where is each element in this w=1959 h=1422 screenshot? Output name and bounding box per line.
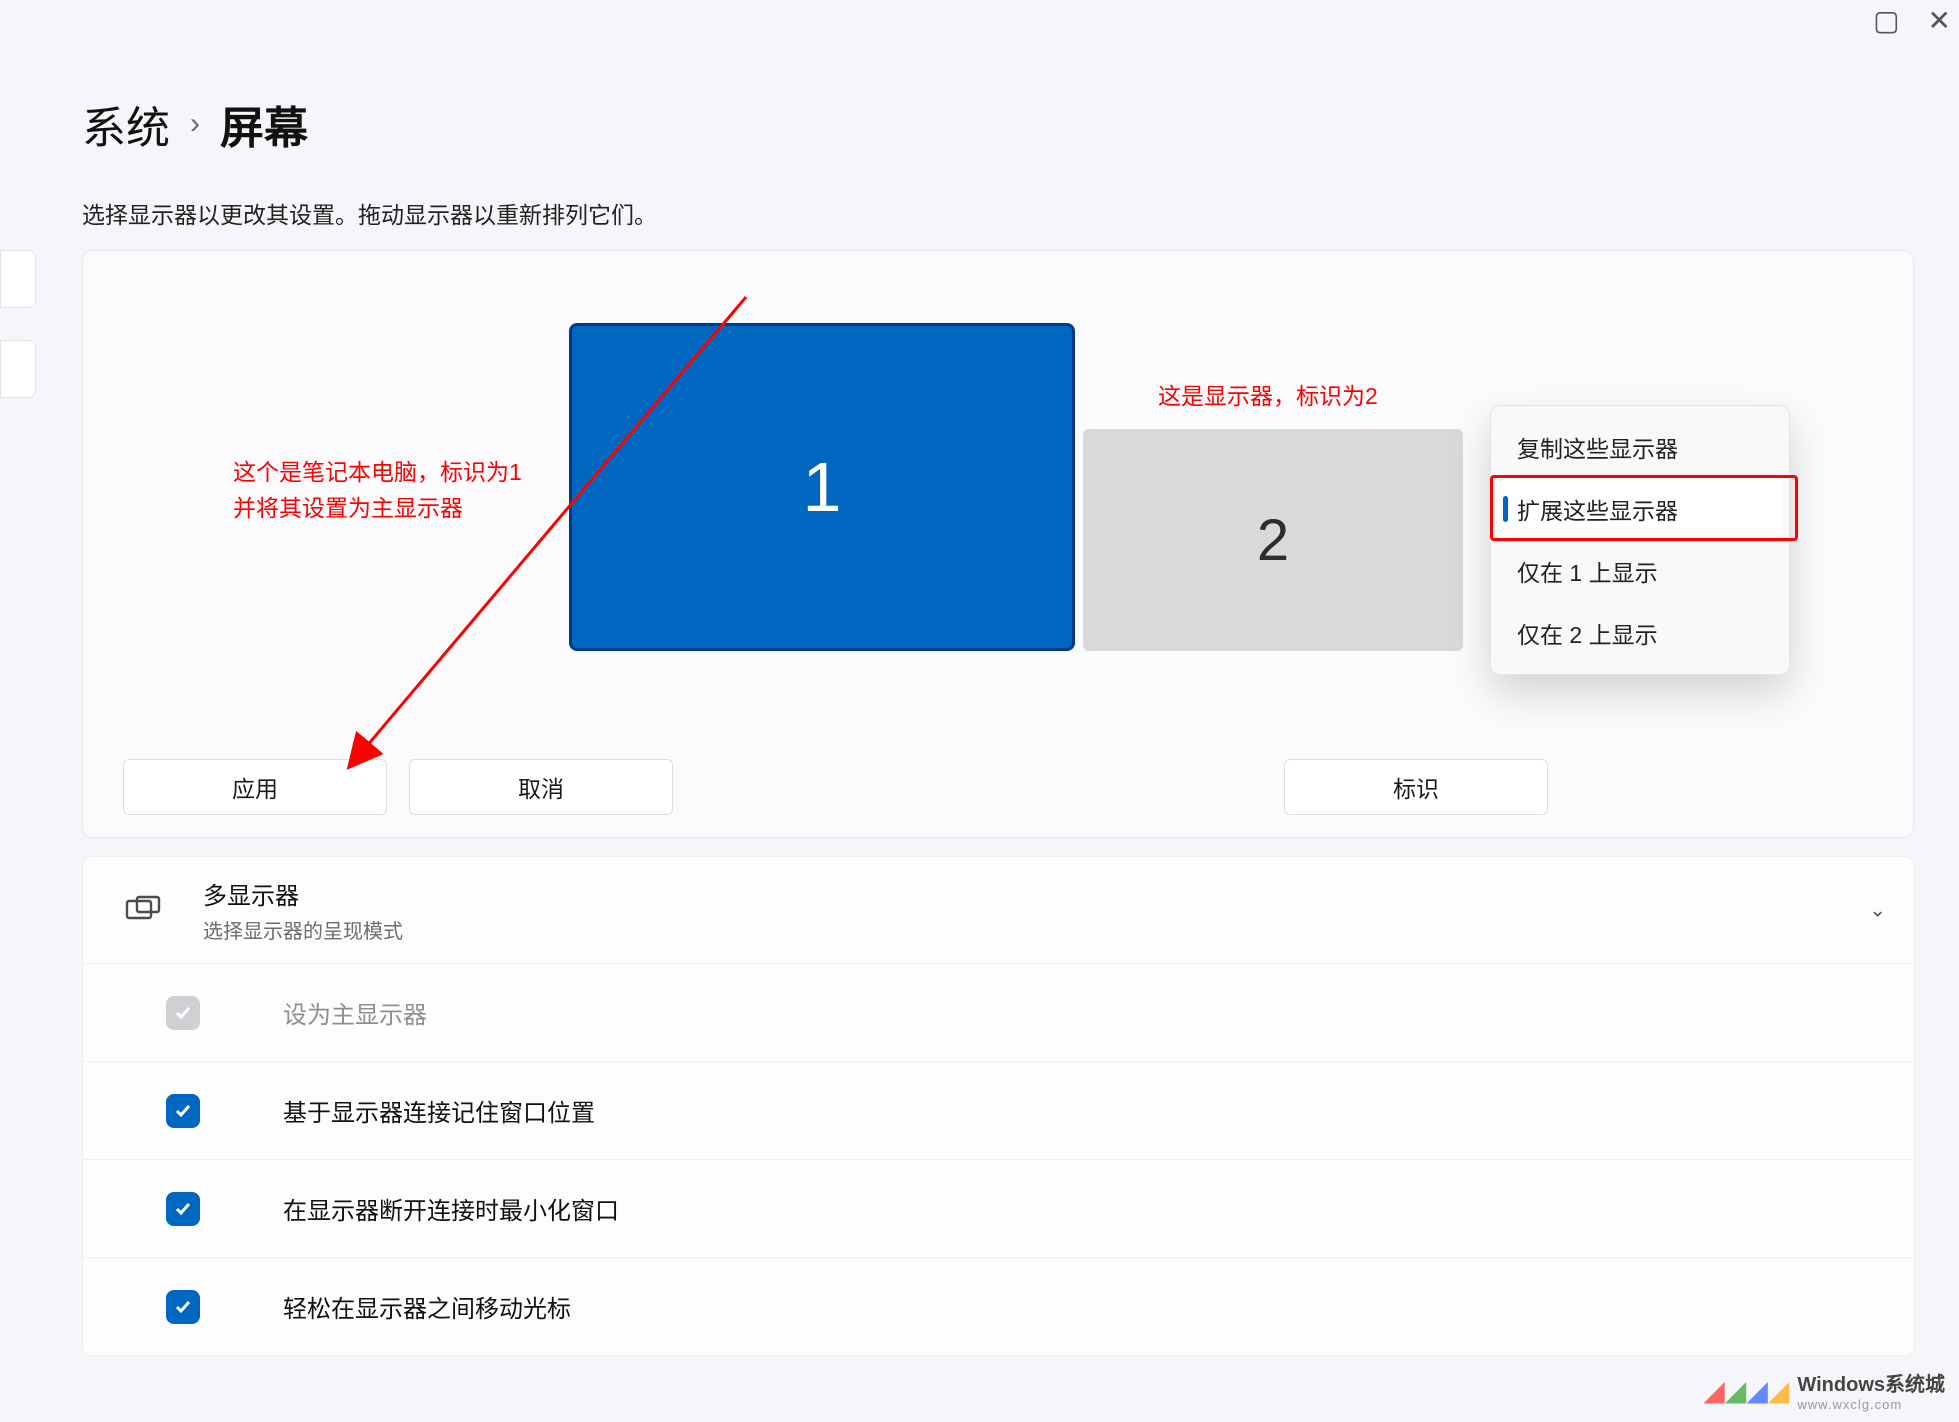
cancel-button[interactable]: 取消 — [409, 759, 673, 815]
label-set-main-display: 设为主显示器 — [283, 995, 427, 1030]
annotation-laptop-line1: 这个是笔记本电脑，标识为1 — [233, 455, 522, 491]
checkbox-set-main-display — [166, 996, 200, 1030]
watermark-logo-icon: ◢◢◢◢ — [1703, 1374, 1789, 1407]
display-mode-extend[interactable]: 扩展这些显示器 — [1497, 478, 1783, 540]
watermark-url: www.wxclg.com — [1797, 1397, 1945, 1412]
multi-display-title: 多显示器 — [203, 876, 1914, 911]
chevron-right-icon: › — [190, 107, 200, 141]
watermark-brand: Windows系统城 — [1797, 1368, 1945, 1397]
close-icon[interactable]: ✕ — [1928, 4, 1951, 37]
breadcrumb: 系统 › 屏幕 — [82, 92, 308, 156]
breadcrumb-current: 屏幕 — [220, 92, 308, 156]
display-mode-only-1[interactable]: 仅在 1 上显示 — [1497, 540, 1783, 602]
label-easy-cursor-move: 轻松在显示器之间移动光标 — [283, 1289, 571, 1324]
annotation-monitor: 这是显示器，标识为2 — [1158, 379, 1378, 415]
sidebar-fragment-1 — [0, 250, 36, 320]
chevron-down-icon: ⌄ — [1869, 898, 1886, 923]
display-mode-dropdown[interactable]: 复制这些显示器 扩展这些显示器 仅在 1 上显示 仅在 2 上显示 — [1490, 405, 1790, 675]
row-minimize-on-disconnect[interactable]: 在显示器断开连接时最小化窗口 — [82, 1160, 1915, 1258]
annotation-laptop-line2: 并将其设置为主显示器 — [233, 491, 522, 527]
display-mode-duplicate[interactable]: 复制这些显示器 — [1497, 416, 1783, 478]
checkbox-minimize-on-disconnect[interactable] — [166, 1192, 200, 1226]
watermark: ◢◢◢◢ Windows系统城 www.wxclg.com — [1703, 1368, 1945, 1412]
monitor-1[interactable]: 1 — [569, 323, 1075, 651]
row-remember-windows[interactable]: 基于显示器连接记住窗口位置 — [82, 1062, 1915, 1160]
label-minimize-on-disconnect: 在显示器断开连接时最小化窗口 — [283, 1191, 619, 1226]
annotation-laptop: 这个是笔记本电脑，标识为1 并将其设置为主显示器 — [233, 455, 522, 526]
apply-button[interactable]: 应用 — [123, 759, 387, 815]
display-mode-only-2[interactable]: 仅在 2 上显示 — [1497, 602, 1783, 664]
identify-button[interactable]: 标识 — [1284, 759, 1548, 815]
multi-display-header[interactable]: 多显示器 选择显示器的呈现模式 ⌄ — [82, 856, 1915, 964]
monitor-2[interactable]: 2 — [1083, 429, 1463, 651]
displays-icon — [83, 895, 203, 925]
checkbox-easy-cursor-move[interactable] — [166, 1290, 200, 1324]
row-set-main-display: 设为主显示器 — [82, 964, 1915, 1062]
row-easy-cursor-move[interactable]: 轻松在显示器之间移动光标 — [82, 1258, 1915, 1356]
multi-display-desc: 选择显示器的呈现模式 — [203, 915, 1914, 944]
sidebar-fragment-2 — [0, 340, 36, 410]
breadcrumb-root[interactable]: 系统 — [82, 92, 170, 156]
page-subtitle: 选择显示器以更改其设置。拖动显示器以重新排列它们。 — [82, 196, 657, 230]
label-remember-windows: 基于显示器连接记住窗口位置 — [283, 1093, 595, 1128]
maximize-icon[interactable]: ▢ — [1873, 4, 1899, 37]
checkbox-remember-windows[interactable] — [166, 1094, 200, 1128]
